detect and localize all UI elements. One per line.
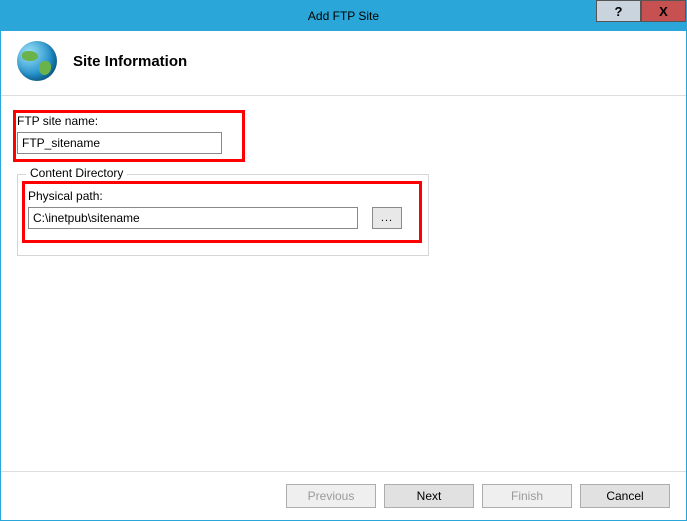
window-title: Add FTP Site	[308, 9, 379, 23]
wizard-window: Add FTP Site ? X Site Information FTP si…	[0, 0, 687, 521]
previous-button[interactable]: Previous	[286, 484, 376, 508]
help-button[interactable]: ?	[596, 0, 641, 22]
content-directory-group: Content Directory Physical path: ...	[17, 174, 429, 256]
next-button[interactable]: Next	[384, 484, 474, 508]
wizard-footer: Previous Next Finish Cancel	[1, 471, 686, 520]
site-name-input[interactable]	[17, 132, 222, 154]
physical-path-row: ...	[28, 207, 418, 229]
physical-path-input[interactable]	[28, 207, 358, 229]
wizard-header: Site Information	[1, 31, 686, 96]
titlebar-buttons: ? X	[596, 1, 686, 31]
physical-path-label: Physical path:	[28, 189, 418, 203]
site-name-label: FTP site name:	[17, 114, 670, 128]
wizard-content: FTP site name: Content Directory Physica…	[1, 96, 686, 471]
globe-icon	[17, 41, 57, 81]
finish-button[interactable]: Finish	[482, 484, 572, 508]
page-title: Site Information	[73, 53, 187, 70]
close-button[interactable]: X	[641, 0, 686, 22]
titlebar: Add FTP Site ? X	[1, 1, 686, 31]
browse-button[interactable]: ...	[372, 207, 402, 229]
content-directory-legend: Content Directory	[26, 166, 127, 180]
cancel-button[interactable]: Cancel	[580, 484, 670, 508]
